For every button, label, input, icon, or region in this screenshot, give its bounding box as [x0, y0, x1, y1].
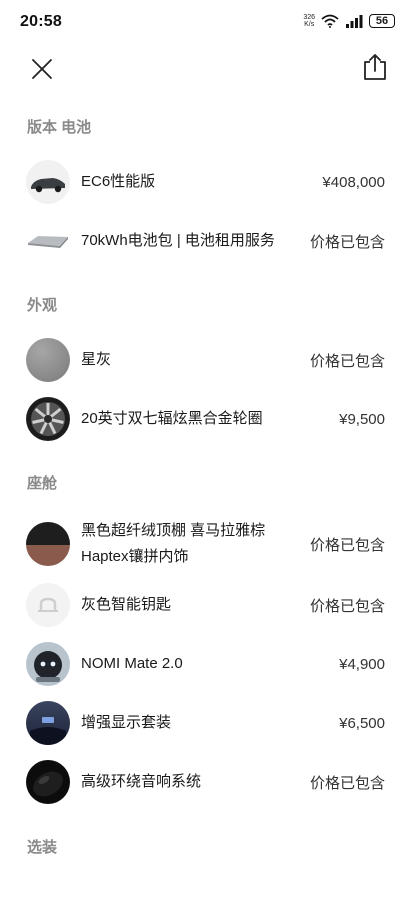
list-item-battery-pack[interactable]: 70kWh电池包 | 电池租用服务 价格已包含 — [0, 216, 417, 266]
item-price: 价格已包含 — [309, 597, 385, 615]
item-label: 星灰 — [81, 351, 112, 368]
share-icon — [364, 54, 386, 80]
list-item-interior[interactable]: 黑色超纤绒顶棚 喜马拉雅棕 Haptex镶拼内饰 价格已包含 — [0, 517, 417, 571]
list-item-star-gray[interactable]: 星灰 价格已包含 — [0, 335, 417, 385]
item-price: ¥408,000 — [322, 173, 385, 191]
item-price: 价格已包含 — [309, 774, 385, 792]
item-label: EC6性能版 — [81, 173, 156, 190]
list-item-nomi[interactable]: NOMI Mate 2.0 ¥4,900 — [0, 639, 417, 689]
signal-icon — [346, 15, 363, 28]
item-label: 70kWh电池包 | 电池租用服务 — [81, 232, 275, 249]
item-price: ¥4,900 — [339, 655, 385, 673]
section-title-exterior: 外观 — [27, 297, 58, 314]
status-indicators: 326 K/s 56 — [303, 14, 395, 28]
wifi-icon — [321, 14, 339, 28]
list-item-display[interactable]: 增强显示套装 ¥6,500 — [0, 698, 417, 748]
battery-pack-image — [26, 219, 70, 263]
item-price: 价格已包含 — [309, 233, 385, 251]
close-button[interactable] — [28, 55, 56, 83]
section-title-cabin: 座舱 — [27, 475, 58, 492]
color-swatch — [26, 338, 70, 382]
status-bar: 20:58 326 K/s 56 — [0, 0, 417, 46]
net-speed: 326 K/s — [303, 14, 315, 28]
item-label: NOMI Mate 2.0 — [81, 655, 183, 672]
nav-bar — [0, 50, 417, 90]
display-thumbnail — [26, 701, 70, 745]
interior-swatch — [26, 522, 70, 566]
smart-key-thumbnail — [26, 583, 70, 627]
audio-thumbnail — [26, 760, 70, 804]
item-price: 价格已包含 — [309, 352, 385, 370]
item-label: 高级环绕音响系统 — [81, 773, 202, 790]
share-button[interactable] — [361, 52, 389, 82]
item-label-line1: 黑色超纤绒顶棚 喜马拉雅棕 — [81, 522, 266, 539]
list-item-ec6[interactable]: EC6性能版 ¥408,000 — [0, 157, 417, 207]
list-item-smart-key[interactable]: 灰色智能钥匙 价格已包含 — [0, 580, 417, 630]
close-icon — [32, 59, 52, 79]
car-thumbnail — [26, 160, 70, 204]
net-speed-value: 326 — [303, 14, 315, 21]
nomi-thumbnail — [26, 642, 70, 686]
item-label: 20英寸双七辐炫黑合金轮圈 — [81, 410, 263, 427]
battery-icon: 56 — [369, 14, 395, 28]
battery-level: 56 — [375, 15, 389, 27]
item-label: 黑色超纤绒顶棚 喜马拉雅棕 Haptex镶拼内饰 — [81, 517, 265, 571]
item-price: ¥9,500 — [339, 410, 385, 428]
net-speed-unit: K/s — [304, 21, 315, 28]
section-title-options: 选装 — [27, 839, 58, 856]
list-item-wheels[interactable]: 20英寸双七辐炫黑合金轮圈 ¥9,500 — [0, 394, 417, 444]
item-price: 价格已包含 — [309, 536, 385, 554]
list-item-audio[interactable]: 高级环绕音响系统 价格已包含 — [0, 757, 417, 807]
item-price: ¥6,500 — [339, 714, 385, 732]
item-label-line2: Haptex镶拼内饰 — [81, 548, 189, 565]
section-title-version-battery: 版本 电池 — [27, 119, 92, 136]
item-label: 增强显示套装 — [81, 714, 172, 731]
status-time: 20:58 — [20, 13, 62, 30]
item-label: 灰色智能钥匙 — [81, 596, 172, 613]
wheel-thumbnail — [26, 397, 70, 441]
